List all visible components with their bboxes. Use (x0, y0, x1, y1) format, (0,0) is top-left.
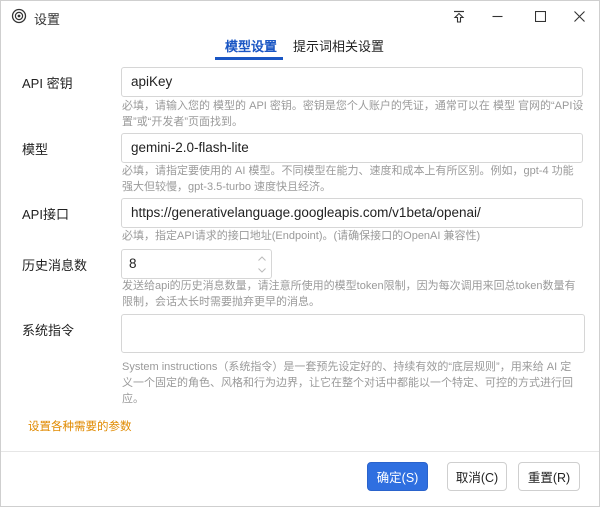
maximize-button[interactable] (525, 5, 555, 27)
model-input[interactable]: gemini-2.0-flash-lite (121, 133, 583, 163)
maximize-icon (534, 10, 546, 22)
tab-prompt-settings[interactable]: 提示词相关设置 (293, 36, 384, 55)
active-tab-indicator (215, 57, 283, 60)
api-endpoint-help: 必填，指定API请求的接口地址(Endpoint)。(请确保接口的OpenAI … (122, 228, 586, 244)
model-label: 模型 (22, 142, 49, 157)
chevron-down-icon (258, 267, 266, 273)
model-help-line: 必填，请指定要使用的 AI 模型。不同模型在能力、速度和成本上有所区别。例如，g… (122, 165, 574, 177)
app-settings-icon (11, 8, 27, 24)
cancel-button[interactable]: 取消(C) (447, 462, 507, 491)
model-help-line: 强大但较慢，gpt-3.5-turbo 速度快且经济。 (122, 181, 332, 193)
api-endpoint-input[interactable]: https://generativelanguage.googleapis.co… (121, 198, 583, 228)
history-count-help-line: 发送给api的历史消息数量，请注意所使用的模型token限制，因为每次调用来回总… (122, 280, 576, 292)
api-endpoint-label: API接口 (22, 207, 69, 222)
system-prompt-help-line: System instructions（系统指令）是一套预先设定好的、持续有效的… (122, 361, 572, 373)
pin-icon (453, 10, 465, 23)
history-count-value: 8 (129, 256, 137, 271)
model-help: 必填，请指定要使用的 AI 模型。不同模型在能力、速度和成本上有所区别。例如，g… (122, 163, 586, 195)
title-bar: 设置 (1, 1, 599, 31)
minimize-button[interactable] (482, 5, 512, 27)
api-key-label: API 密钥 (22, 76, 73, 91)
history-count-label: 历史消息数 (22, 258, 88, 273)
system-prompt-label: 系统指令 (22, 323, 75, 338)
history-count-help-line: 限制，会话太长时需要抛弃更早的消息。 (122, 296, 320, 308)
api-key-help-line: 置”或“开发者”页面找到。 (122, 116, 243, 128)
history-count-spinbox[interactable]: 8 (121, 249, 272, 279)
window-title: 设置 (34, 12, 61, 27)
footer-divider (1, 451, 599, 452)
api-endpoint-help-line: 必填，指定API请求的接口地址(Endpoint)。(请确保接口的OpenAI … (122, 230, 481, 242)
api-key-input[interactable]: apiKey (121, 67, 583, 97)
chevron-up-icon (258, 255, 266, 261)
hint-text: 设置各种需要的参数 (28, 421, 132, 433)
history-count-help: 发送给api的历史消息数量，请注意所使用的模型token限制，因为每次调用来回总… (122, 278, 586, 310)
system-prompt-help-line: 应。 (122, 393, 144, 405)
tab-model-settings[interactable]: 模型设置 (225, 36, 277, 55)
spin-down-button[interactable] (256, 264, 268, 276)
api-key-help: 必填，请输入您的 模型的 API 密钥。密钥是您个人账户的凭证，通常可以在 模型… (122, 98, 586, 130)
system-prompt-textarea[interactable] (121, 314, 585, 353)
close-icon (573, 10, 585, 22)
system-prompt-help-line: 义一个固定的角色、风格和行为边界，让它在整个对话中都能以一个特定、可控的方式进行… (122, 377, 573, 389)
system-prompt-help: System instructions（系统指令）是一套预先设定好的、持续有效的… (122, 359, 586, 407)
close-button[interactable] (564, 5, 594, 27)
reset-button[interactable]: 重置(R) (518, 462, 580, 491)
settings-window: 设置 模型设置 提示词相关设置 API 密钥 apiKey 必填，请输入您的 模… (0, 0, 600, 507)
minimize-icon (492, 15, 502, 17)
ok-button[interactable]: 确定(S) (367, 462, 428, 491)
spin-up-button[interactable] (256, 252, 268, 264)
pin-top-button[interactable] (444, 5, 474, 27)
api-key-help-line: 必填，请输入您的 模型的 API 密钥。密钥是您个人账户的凭证，通常可以在 模型… (122, 100, 584, 112)
